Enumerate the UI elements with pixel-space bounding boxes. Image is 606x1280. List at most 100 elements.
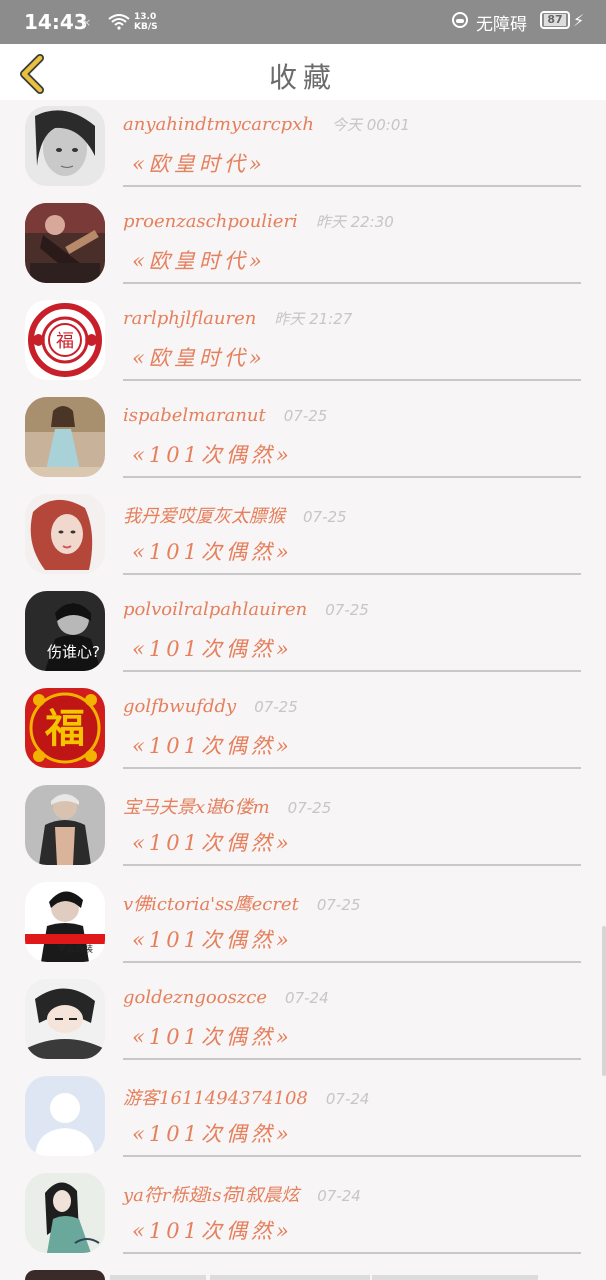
favorite-time: 今天 00:01 [331,116,410,134]
avatar[interactable] [25,1076,105,1156]
user-info: v佛ictoria'ss鹰ecret 07-25 [123,890,360,916]
username[interactable]: polvoilralpahlauiren [123,599,307,620]
divider-partial [210,1275,370,1280]
user-info: goldezngooszce 07-24 [123,987,329,1008]
row-divider [123,670,581,672]
battery-level: 87 [544,14,566,26]
user-info: ispabelmaranut 07-25 [123,405,327,426]
user-info: 我丹爱哎厦灰太膘猴 07-25 [123,502,347,528]
favorite-time: 07-24 [317,1187,361,1205]
book-title[interactable]: «欧皇时代» [132,148,266,178]
book-title[interactable]: «101次偶然» [132,827,293,857]
favorite-time: 07-24 [325,1090,370,1108]
username[interactable]: rarlphjlflauren [123,308,256,329]
user-info: 游客1611494374108 07-24 [123,1084,369,1110]
network-speed-unit: KB/S [134,22,158,32]
favorite-item[interactable]: 我丹爱哎厦灰太膘猴 07-25 «101次偶然» [0,488,606,585]
favorite-item[interactable]: ispabelmaranut 07-25 «101次偶然» [0,391,606,488]
avatar[interactable]: 福 [25,300,105,380]
favorite-time: 昨天 22:30 [315,213,394,231]
username[interactable]: proenzaschpoulieri [123,211,298,232]
favorite-item[interactable]: proenzaschpoulieri 昨天 22:30 «欧皇时代» [0,197,606,294]
user-info: polvoilralpahlauiren 07-25 [123,599,369,620]
network-speed: 13.0 KB/S [134,12,158,32]
divider-partial [110,1275,206,1280]
avatar[interactable]: 福 [25,688,105,768]
row-divider [123,1252,581,1254]
row-divider [123,864,581,866]
avatar-caption: 伤谁心? [47,643,100,661]
book-title[interactable]: «101次偶然» [132,924,293,954]
svg-text:福: 福 [56,331,74,352]
accessibility-icon [452,12,468,28]
status-bar: 14:43 × 13.0 KB/S 无障碍 87 ⚡ [0,0,606,44]
book-title[interactable]: «101次偶然» [132,439,293,469]
user-info: 宝马夫景x谌6偻m 07-25 [123,793,331,819]
avatar[interactable] [25,203,105,283]
user-info: rarlphjlflauren 昨天 21:27 [123,308,352,329]
app-header: 收藏 [0,44,606,100]
row-divider [123,476,581,478]
user-info: ya符r栎翅is荷l叙晨炫 07-24 [123,1181,361,1207]
page-title: 收藏 [268,61,337,94]
svg-text:学会伪装: 学会伪装 [57,943,93,955]
book-title[interactable]: «101次偶然» [132,633,293,663]
favorite-item[interactable]: ya符r栎翅is荷l叙晨炫 07-24 «101次偶然» [0,1167,606,1264]
charging-icon: ⚡ [573,11,585,30]
favorite-item[interactable]: 福 golfbwufddy 07-25 «101次偶然» [0,682,606,779]
favorite-item[interactable]: 宝马夫景x谌6偻m 07-25 «101次偶然» [0,779,606,876]
row-divider [123,185,581,187]
wifi-icon [108,14,130,34]
scrollbar[interactable] [602,926,606,1076]
user-info: anyahindtmycarcpxh 今天 00:01 [123,114,410,135]
avatar[interactable] [25,979,105,1059]
favorite-item[interactable]: 伤谁心? polvoilralpahlauiren 07-25 «101次偶然» [0,585,606,682]
book-title[interactable]: «欧皇时代» [132,245,266,275]
favorite-time: 07-24 [285,989,329,1007]
favorite-item[interactable]: goldezngooszce 07-24 «101次偶然» [0,973,606,1070]
avatar[interactable] [25,494,105,574]
favorite-item[interactable]: 游客1611494374108 07-24 «101次偶然» [0,1070,606,1167]
book-title[interactable]: «101次偶然» [132,1215,293,1245]
book-title[interactable]: «101次偶然» [132,1021,293,1051]
username[interactable]: 我丹爱哎厦灰太膘猴 [123,506,285,527]
favorite-item[interactable]: anyahindtmycarcpxh 今天 00:01 «欧皇时代» [0,100,606,197]
favorite-time: 07-25 [303,508,347,526]
row-divider [123,767,581,769]
username[interactable]: golfbwufddy [123,696,236,717]
user-info: proenzaschpoulieri 昨天 22:30 [123,211,394,232]
avatar[interactable]: 学会伪装 [25,882,105,962]
username[interactable]: goldezngooszce [123,987,267,1008]
accessibility-label: 无障碍 [476,15,527,35]
user-info: golfbwufddy 07-25 [123,696,298,717]
favorite-time: 07-25 [287,799,332,817]
avatar[interactable] [25,397,105,477]
avatar[interactable] [25,106,105,186]
favorite-item[interactable]: 学会伪装 v佛ictoria'ss鹰ecret 07-25 «101次偶然» [0,876,606,973]
username[interactable]: 宝马夫景x谌6偻m [123,797,270,818]
battery-icon: 87 [540,11,570,29]
avatar[interactable]: 伤谁心? [25,591,105,671]
username[interactable]: ya符r栎翅is荷l叙晨炫 [123,1185,299,1206]
avatar[interactable] [25,785,105,865]
username[interactable]: 游客1611494374108 [123,1088,308,1109]
avatar-partial [25,1270,105,1280]
book-title[interactable]: «欧皇时代» [132,342,266,372]
favorite-time: 07-25 [316,896,361,914]
book-title[interactable]: «101次偶然» [132,536,293,566]
book-title[interactable]: «101次偶然» [132,730,293,760]
favorite-item[interactable]: 福 rarlphjlflauren 昨天 21:27 «欧皇时代» [0,294,606,391]
avatar[interactable] [25,1173,105,1253]
row-divider [123,961,581,963]
username[interactable]: v佛ictoria'ss鹰ecret [123,894,299,915]
username[interactable]: anyahindtmycarcpxh [123,114,314,135]
row-divider [123,1058,581,1060]
favorite-time: 07-25 [283,407,328,425]
row-divider [123,282,581,284]
row-divider [123,379,581,381]
favorite-time: 07-25 [325,601,369,619]
book-title[interactable]: «101次偶然» [132,1118,293,1148]
svg-text:福: 福 [44,705,85,752]
favorite-time: 07-25 [254,698,298,716]
username[interactable]: ispabelmaranut [123,405,266,426]
